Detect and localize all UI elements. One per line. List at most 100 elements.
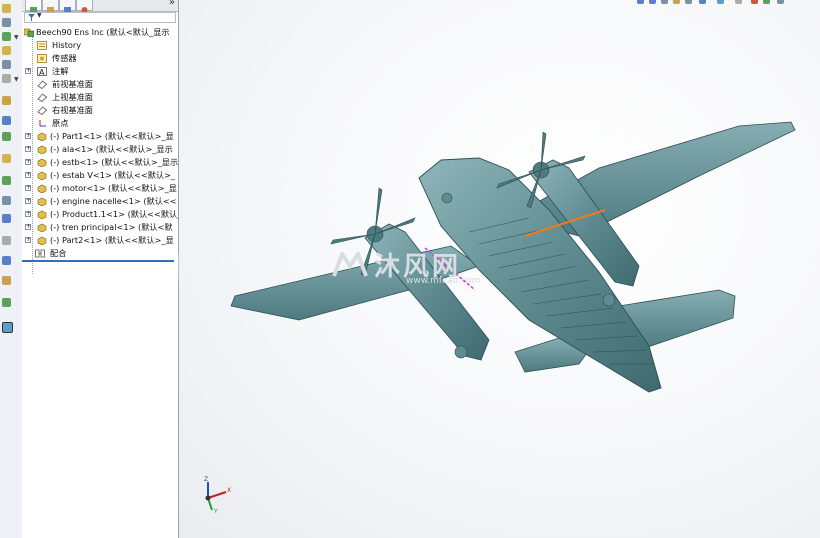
triad-y-label: Y	[213, 508, 218, 514]
chevron-down-icon[interactable]: ▼	[14, 76, 19, 83]
tree-item-label: 传感器	[52, 53, 77, 63]
manager-tabs: »	[22, 0, 178, 13]
instant2d-icon[interactable]	[2, 298, 11, 307]
feature-manager-panel: » ▼ Beech90 Ens Inc (默认<默认_显示 History 传感…	[22, 0, 179, 538]
repair-sketch-icon[interactable]	[2, 236, 11, 245]
tree-item-mates[interactable]: 配合	[22, 247, 178, 260]
tree-item-origin[interactable]: 原点	[22, 117, 178, 130]
tree-item-label: 原点	[52, 118, 69, 128]
tree-item-estab-v[interactable]: + (-) estab V<1> (默认<<默认>_	[22, 169, 178, 182]
tab-property-manager[interactable]	[42, 0, 59, 13]
shaded-sketch-icon[interactable]	[2, 322, 13, 333]
expand-toggle[interactable]: +	[25, 159, 31, 165]
aircraft-model[interactable]	[179, 0, 820, 538]
expand-toggle[interactable]: +	[25, 133, 31, 139]
tree-item-label: (-) ala<1> (默认<<默认>_显示	[50, 144, 173, 154]
part-icon	[37, 145, 47, 154]
expand-toggle[interactable]: +	[25, 211, 31, 217]
tree-item-label: (-) Part2<1> (默认<<默认>_显	[50, 235, 174, 245]
assembly-icon	[24, 28, 34, 37]
tree-item-label: (-) tren principal<1> (默认<默	[50, 222, 173, 232]
plane-icon	[37, 80, 47, 89]
part-icon	[37, 171, 47, 180]
watermark-url: www.mfcad.com	[406, 276, 481, 286]
line-tool-icon[interactable]	[2, 32, 11, 41]
circle-tool-icon[interactable]	[2, 60, 11, 69]
tree-item-top-plane[interactable]: 上视基准面	[22, 91, 178, 104]
part-icon	[37, 236, 47, 245]
tree-item-estb[interactable]: + (-) estb<1> (默认<<默认>_显示	[22, 156, 178, 169]
reference-triad: Z X Y	[204, 476, 231, 514]
move-tool-icon[interactable]	[2, 196, 11, 205]
tree-item-label: (-) estb<1> (默认<<默认>_显示	[50, 157, 178, 167]
tree-item-label: (-) estab V<1> (默认<<默认>_	[50, 170, 176, 180]
tree-item-engine-nacelle[interactable]: + (-) engine nacelle<1> (默认<<	[22, 195, 178, 208]
tab-feature-manager[interactable]	[25, 0, 42, 13]
watermark-logo	[332, 252, 368, 277]
tree-item-label: 右视基准面	[52, 105, 93, 115]
triad-z-label: Z	[204, 476, 208, 483]
offset-tool-icon[interactable]	[2, 132, 11, 141]
tree-item-label: 配合	[50, 248, 67, 258]
expand-toggle[interactable]: +	[25, 68, 31, 74]
tree-item-motor[interactable]: + (-) motor<1> (默认<<默认>_显	[22, 182, 178, 195]
triad-x-label: X	[227, 487, 231, 494]
tree-item-label: (-) Part1<1> (默认<<默认>_显	[50, 131, 174, 141]
tree-root-assembly[interactable]: Beech90 Ens Inc (默认<默认_显示	[22, 26, 178, 39]
expand-toggle[interactable]: +	[25, 172, 31, 178]
expand-toggle[interactable]: +	[25, 237, 31, 243]
expand-toggle[interactable]: +	[25, 185, 31, 191]
command-toolbar-strip: ▼ ▼	[0, 0, 23, 538]
history-icon	[37, 41, 47, 50]
chevron-down-icon[interactable]: ▼	[37, 12, 42, 19]
sketch-tool-icon[interactable]	[2, 4, 11, 13]
mirror-tool-icon[interactable]	[2, 154, 11, 163]
part-icon	[37, 158, 47, 167]
part-icon	[37, 210, 47, 219]
rectangle-tool-icon[interactable]	[2, 46, 11, 55]
rollback-bar[interactable]	[22, 260, 174, 262]
sensor-icon	[37, 54, 47, 63]
expand-toggle[interactable]: +	[25, 224, 31, 230]
part-icon	[37, 197, 47, 206]
rapid-sketch-icon[interactable]	[2, 276, 11, 285]
triad-origin	[205, 495, 211, 501]
relations-tool-icon[interactable]	[2, 214, 11, 223]
arc-tool-icon[interactable]	[2, 74, 11, 83]
tree-item-label: (-) engine nacelle<1> (默认<<	[50, 196, 177, 206]
pattern-tool-icon[interactable]	[2, 176, 11, 185]
plane-icon	[37, 106, 47, 115]
tree-item-annotations[interactable]: + A 注解	[22, 65, 178, 78]
chevron-down-icon[interactable]: ▼	[14, 34, 19, 41]
tree-item-part2[interactable]: + (-) Part2<1> (默认<<默认>_显	[22, 234, 178, 247]
filter-icon	[28, 14, 35, 21]
tree-item-label: 上视基准面	[52, 92, 93, 102]
quick-snaps-icon[interactable]	[2, 256, 11, 265]
tab-configuration-manager[interactable]	[59, 0, 76, 13]
watermark: 沐风网 www.mfcad.com	[332, 250, 492, 290]
spline-tool-icon[interactable]	[2, 96, 11, 105]
tree-item-ala[interactable]: + (-) ala<1> (默认<<默认>_显示	[22, 143, 178, 156]
mates-icon	[35, 249, 45, 258]
part-icon	[37, 184, 47, 193]
tree-item-sensors[interactable]: 传感器	[22, 52, 178, 65]
tree-filter[interactable]: ▼	[24, 12, 176, 23]
tree-item-history[interactable]: History	[22, 39, 178, 52]
tree-item-label: 前视基准面	[52, 79, 93, 89]
smart-dimension-icon[interactable]	[2, 18, 11, 27]
tab-display-manager[interactable]	[76, 0, 93, 13]
tree-item-label: (-) Product1.1<1> (默认<<默认_	[50, 209, 178, 219]
expand-toggle[interactable]: +	[25, 146, 31, 152]
graphics-viewport[interactable]: 沐风网 www.mfcad.com Z X Y	[179, 0, 820, 538]
origin-icon	[39, 120, 46, 127]
tree-item-tren-principal[interactable]: + (-) tren principal<1> (默认<默	[22, 221, 178, 234]
tree-item-part1[interactable]: + (-) Part1<1> (默认<<默认>_显	[22, 130, 178, 143]
tree-item-right-plane[interactable]: 右视基准面	[22, 104, 178, 117]
trim-tool-icon[interactable]	[2, 116, 11, 125]
tree-item-front-plane[interactable]: 前视基准面	[22, 78, 178, 91]
part-icon	[37, 223, 47, 232]
expand-toggle[interactable]: +	[25, 198, 31, 204]
part-icon	[37, 132, 47, 141]
tree-item-product1[interactable]: + (-) Product1.1<1> (默认<<默认_	[22, 208, 178, 221]
expand-panel-icon[interactable]: »	[169, 0, 175, 8]
